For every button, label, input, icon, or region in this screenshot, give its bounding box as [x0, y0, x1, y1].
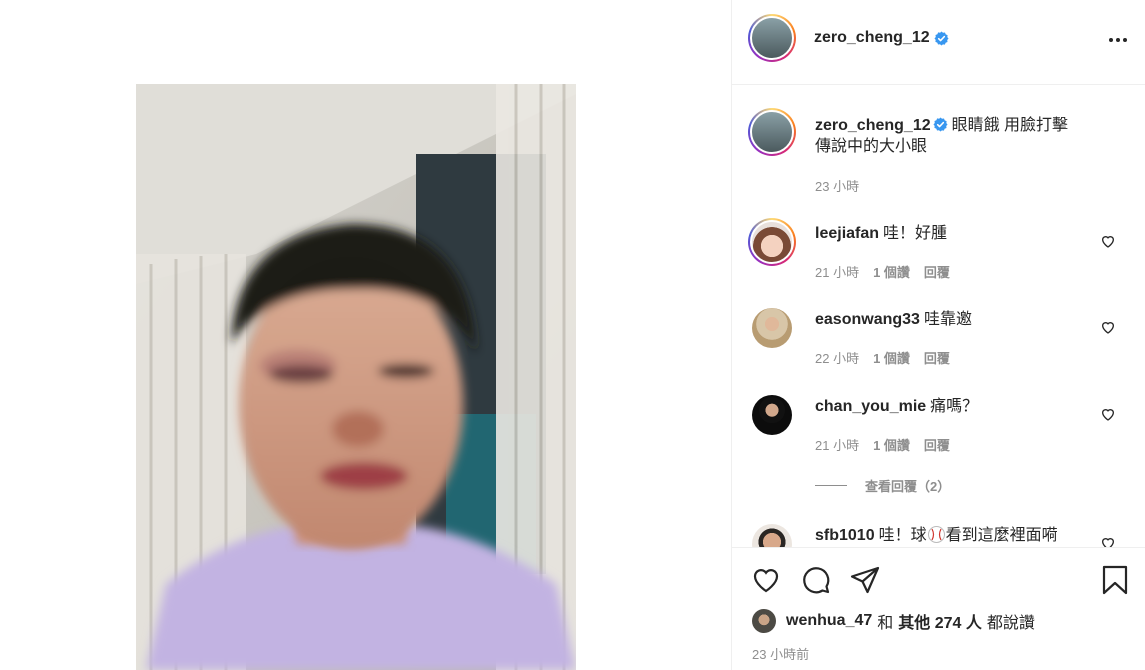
comment-text: sfb1010 哇！球 看到這麼裡面嗬	[815, 525, 1105, 546]
view-replies-button[interactable]: 查看回覆（2）	[815, 476, 950, 495]
comments-list[interactable]: zero_cheng_12 眼睛餓 用臉打擊 傳說中的大小眼 23 小時 leej…	[732, 85, 1145, 547]
comment-meta: 21 小時 1 個讚 回覆	[815, 262, 950, 281]
comment-time[interactable]: 22 小時	[815, 348, 859, 367]
comment-text: chan_you_mie 痛嗎？	[815, 396, 1085, 417]
likes-suffix: 都說讚	[986, 615, 1035, 632]
caption-line-2: 傳說中的大小眼	[815, 138, 928, 155]
comment-likes[interactable]: 1 個讚	[873, 435, 910, 454]
more-options-icon[interactable]	[1104, 28, 1132, 52]
heart-icon[interactable]	[1100, 406, 1116, 422]
heart-icon[interactable]	[1100, 233, 1116, 249]
likes-and: 和	[877, 615, 894, 632]
comment-likes[interactable]: 1 個讚	[873, 262, 910, 281]
caption-line-1: 眼睛餓 用臉打擊	[951, 117, 1069, 134]
comment-body: 哇靠邀	[923, 311, 972, 328]
post-side-panel: zero_cheng_12 zero_cheng_12 眼睛餓 用臉打擊 傳說中的…	[731, 0, 1145, 670]
comment-username[interactable]: leejiafan	[815, 225, 879, 242]
caption-meta: 23 小時	[815, 176, 859, 195]
reply-button[interactable]: 回覆	[924, 435, 950, 454]
share-icon[interactable]	[849, 564, 881, 596]
caption-text: zero_cheng_12 眼睛餓 用臉打擊 傳說中的大小眼	[815, 115, 1115, 157]
likes-count: 274 人	[934, 615, 982, 632]
comment-body: 痛嗎？	[930, 398, 979, 415]
comment-time[interactable]: 21 小時	[815, 435, 859, 454]
likes-others-prefix: 其他	[898, 615, 931, 632]
reply-button[interactable]: 回覆	[924, 262, 950, 281]
verified-badge-icon	[933, 117, 948, 132]
author-username[interactable]: zero_cheng_12	[814, 29, 930, 47]
post-header: zero_cheng_12	[732, 0, 1145, 85]
heart-icon[interactable]	[1100, 535, 1116, 547]
heart-icon[interactable]	[1100, 319, 1116, 335]
comment-avatar[interactable]	[752, 395, 792, 435]
caption-username[interactable]: zero_cheng_12	[815, 117, 931, 134]
heart-icon[interactable]	[750, 564, 782, 596]
post-photo-image	[136, 84, 576, 670]
comment-body: 哇！好腫	[883, 225, 948, 242]
bookmark-icon[interactable]	[1099, 564, 1131, 596]
post-actions: wenhua_47 和 其他 274 人 都說讚 23 小時前	[732, 547, 1145, 670]
caption-author-avatar[interactable]	[748, 108, 796, 156]
comment-time[interactable]: 21 小時	[815, 262, 859, 281]
comment-meta: 21 小時 1 個讚 回覆	[815, 435, 950, 454]
comment-body-start: 哇！球	[878, 527, 927, 544]
comment-username[interactable]: easonwang33	[815, 311, 920, 328]
likes-others-link[interactable]: 其他 274 人	[898, 609, 982, 633]
comment-username[interactable]: chan_you_mie	[815, 398, 926, 415]
comment-text: leejiafan 哇！好腫	[815, 223, 1085, 244]
media-pane	[0, 0, 731, 670]
comment-icon[interactable]	[800, 564, 832, 596]
caption-time[interactable]: 23 小時	[815, 176, 859, 195]
comment-likes[interactable]: 1 個讚	[873, 348, 910, 367]
comment-avatar[interactable]	[752, 308, 792, 348]
reply-button[interactable]: 回覆	[924, 348, 950, 367]
comment-body-end: 看到這麼裡面嗬	[945, 527, 1058, 544]
post-timestamp[interactable]: 23 小時前	[752, 644, 809, 663]
comment-meta: 22 小時 1 個讚 回覆	[815, 348, 950, 367]
view-replies-divider	[815, 485, 847, 486]
liker-username[interactable]: wenhua_47	[786, 612, 872, 630]
baseball-emoji-icon	[927, 526, 945, 543]
liker-avatar[interactable]	[752, 609, 776, 633]
comment-username[interactable]: sfb1010	[815, 527, 875, 544]
comment-avatar[interactable]	[752, 524, 792, 547]
likes-summary: wenhua_47 和 其他 274 人 都說讚	[752, 608, 1035, 634]
comment-avatar[interactable]	[748, 218, 796, 266]
author-avatar[interactable]	[748, 14, 796, 62]
comment-text: easonwang33 哇靠邀	[815, 309, 1085, 330]
post-photo[interactable]	[136, 84, 576, 670]
verified-badge-icon	[934, 30, 949, 46]
view-replies-label: 查看回覆（2）	[865, 479, 951, 494]
